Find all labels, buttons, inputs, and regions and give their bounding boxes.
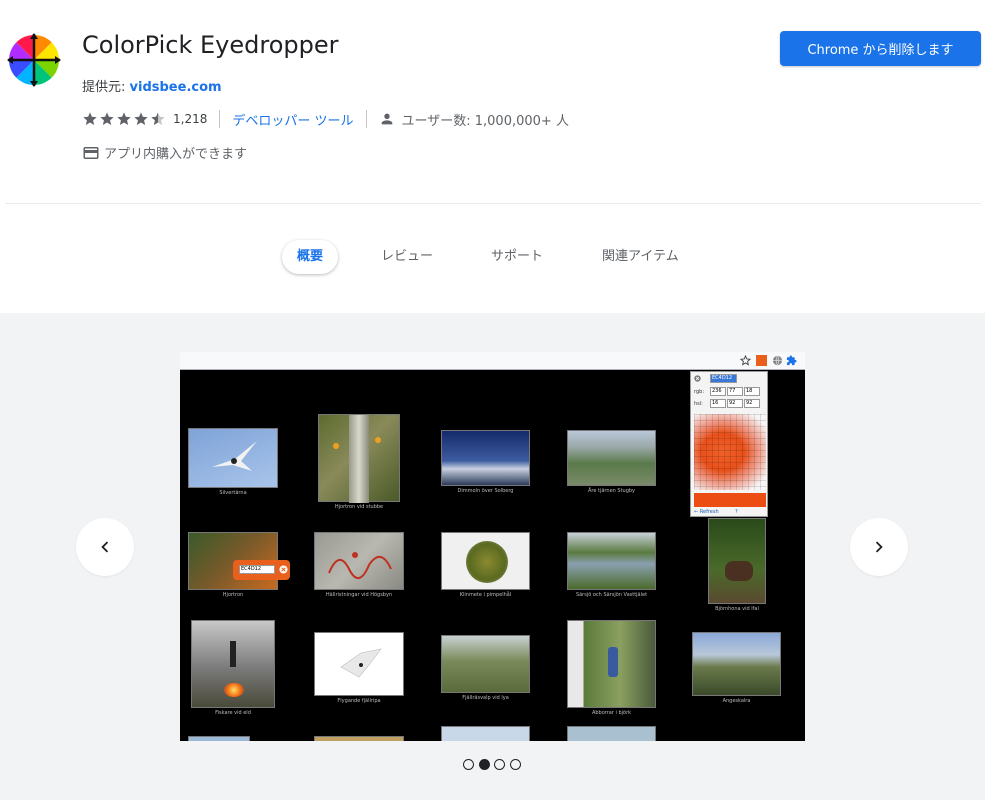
photo-thumbnail <box>191 620 275 708</box>
zoom-magnifier-grid <box>694 414 766 490</box>
photo-thumbnail <box>692 632 781 696</box>
in-app-purchase-text: アプリ内購入ができます <box>104 147 248 162</box>
photo-thumbnail <box>441 635 530 693</box>
photo-thumbnail <box>567 532 656 590</box>
photo-caption: Åre tjärnen Stugby <box>587 488 636 494</box>
photo-thumbnail <box>314 632 404 696</box>
hex-field[interactable]: EC4D12 <box>710 374 737 383</box>
photo-caption: Hjortron vid stubbe <box>334 504 384 510</box>
slide-indicators <box>463 759 525 770</box>
tab-related[interactable]: 関連アイテム <box>602 240 679 274</box>
star-full-icon <box>100 112 114 125</box>
photo-thumbnail <box>314 736 404 741</box>
puzzle-extension-icon <box>786 355 797 366</box>
star-half-icon <box>151 112 165 125</box>
previous-slide-button[interactable] <box>76 518 134 576</box>
screenshot-gallery: Silvertärna Hjortron vid stubbe Dimmoln … <box>0 313 985 800</box>
extension-header: ColorPick Eyedropper 提供元: vidsbee.com 1,… <box>0 0 1000 203</box>
photo-thumbnail <box>567 430 656 486</box>
help-link[interactable]: ? <box>735 509 738 515</box>
star-full-icon <box>134 112 148 125</box>
rgb-b-field[interactable]: 18 <box>744 387 760 396</box>
tooltip-hex-value: EC4D12 <box>239 565 275 574</box>
credit-card-icon <box>83 146 99 159</box>
rgb-label: rgb: <box>694 389 704 395</box>
tab-overview[interactable]: 概要 <box>282 240 339 274</box>
extension-title: ColorPick Eyedropper <box>82 31 339 59</box>
photo-caption: Hjortron <box>222 592 244 598</box>
photo-thumbnail <box>188 428 278 488</box>
next-slide-button[interactable] <box>850 518 908 576</box>
slide-dot-active[interactable] <box>478 759 490 770</box>
gallery-screenshot: Silvertärna Hjortron vid stubbe Dimmoln … <box>180 352 805 741</box>
colorpick-toolbar-icon <box>756 355 767 366</box>
rgb-r-field[interactable]: 236 <box>710 387 726 396</box>
star-full-icon <box>83 112 97 125</box>
photo-caption: Hällristningar vid Högsbyn <box>325 592 393 598</box>
provider-link[interactable]: vidsbee.com <box>130 80 222 95</box>
chevron-right-icon <box>875 541 883 553</box>
photo-caption: Flygande fjällripa <box>337 698 381 704</box>
rating-count[interactable]: 1,218 <box>173 112 207 126</box>
eyedropper-tooltip: EC4D12 <box>233 560 290 580</box>
browser-toolbar <box>180 352 805 370</box>
photo-grid-page: Silvertärna Hjortron vid stubbe Dimmoln … <box>180 370 805 741</box>
provider-line: 提供元: vidsbee.com <box>82 76 222 95</box>
tab-reviews[interactable]: レビュー <box>381 240 433 274</box>
color-preview-swatch <box>694 493 766 507</box>
category-link[interactable]: デベロッパー ツール <box>232 110 353 129</box>
hsl-label: hsl: <box>694 401 703 407</box>
photo-caption: Björnhona vid lfal <box>715 606 759 612</box>
globe-icon <box>772 355 783 366</box>
photo-thumbnail <box>441 430 530 486</box>
meta-divider <box>219 110 221 128</box>
colorpick-popup: EC4D12 rgb: 236 77 18 hsl: 16 92 92 ← Re… <box>690 371 768 517</box>
photo-caption: Fiskare vid eld <box>215 710 251 716</box>
provider-label: 提供元: <box>82 80 126 95</box>
slide-dot[interactable] <box>509 759 521 770</box>
in-app-purchase-row: アプリ内購入ができます <box>82 143 247 162</box>
photo-caption: Särsjö och Särsjön Vasttjälet <box>575 592 648 598</box>
person-icon <box>381 113 392 125</box>
photo-caption: Angeskalra <box>722 698 751 704</box>
photo-thumbnail <box>441 532 530 590</box>
photo-thumbnail <box>318 414 400 503</box>
user-count: ユーザー数: 1,000,000+ 人 <box>401 113 569 129</box>
close-icon[interactable] <box>694 375 701 382</box>
star-bookmark-icon <box>740 355 751 366</box>
star-full-icon <box>117 112 131 125</box>
remove-from-chrome-button[interactable]: Chrome から削除します <box>780 31 981 66</box>
hsl-s-field[interactable]: 92 <box>727 399 743 408</box>
detail-tabs: 概要 レビュー サポート 関連アイテム <box>0 240 1000 276</box>
photo-caption: Silvertärna <box>219 490 247 496</box>
meta-divider <box>365 110 367 128</box>
tab-support[interactable]: サポート <box>491 240 543 274</box>
photo-thumbnail <box>567 620 656 708</box>
chevron-left-icon <box>101 541 109 553</box>
hsl-h-field[interactable]: 16 <box>710 399 726 408</box>
photo-thumbnail <box>441 726 530 741</box>
photo-caption: Klinmete i pimpelhål <box>459 592 512 598</box>
header-divider <box>5 203 981 204</box>
photo-caption: Abborrar i björk <box>591 710 632 716</box>
slide-dot[interactable] <box>463 759 474 770</box>
rgb-g-field[interactable]: 77 <box>727 387 743 396</box>
colorpick-logo-icon <box>7 33 61 87</box>
hsl-l-field[interactable]: 92 <box>744 399 760 408</box>
photo-thumbnail <box>188 736 250 741</box>
star-rating[interactable]: 1,218 <box>82 111 207 127</box>
photo-thumbnail <box>567 726 656 741</box>
photo-thumbnail <box>708 518 766 604</box>
photo-thumbnail <box>314 532 404 590</box>
photo-caption: Dimmoln över Solberg <box>457 488 514 494</box>
slide-dot[interactable] <box>494 759 505 770</box>
meta-row: 1,218 デベロッパー ツール ユーザー数: 1,000,000+ 人 <box>82 109 569 129</box>
close-icon <box>279 565 288 574</box>
refresh-link[interactable]: ← Refresh <box>694 509 719 515</box>
photo-caption: Fjällräsvalp vid lya <box>462 695 509 701</box>
